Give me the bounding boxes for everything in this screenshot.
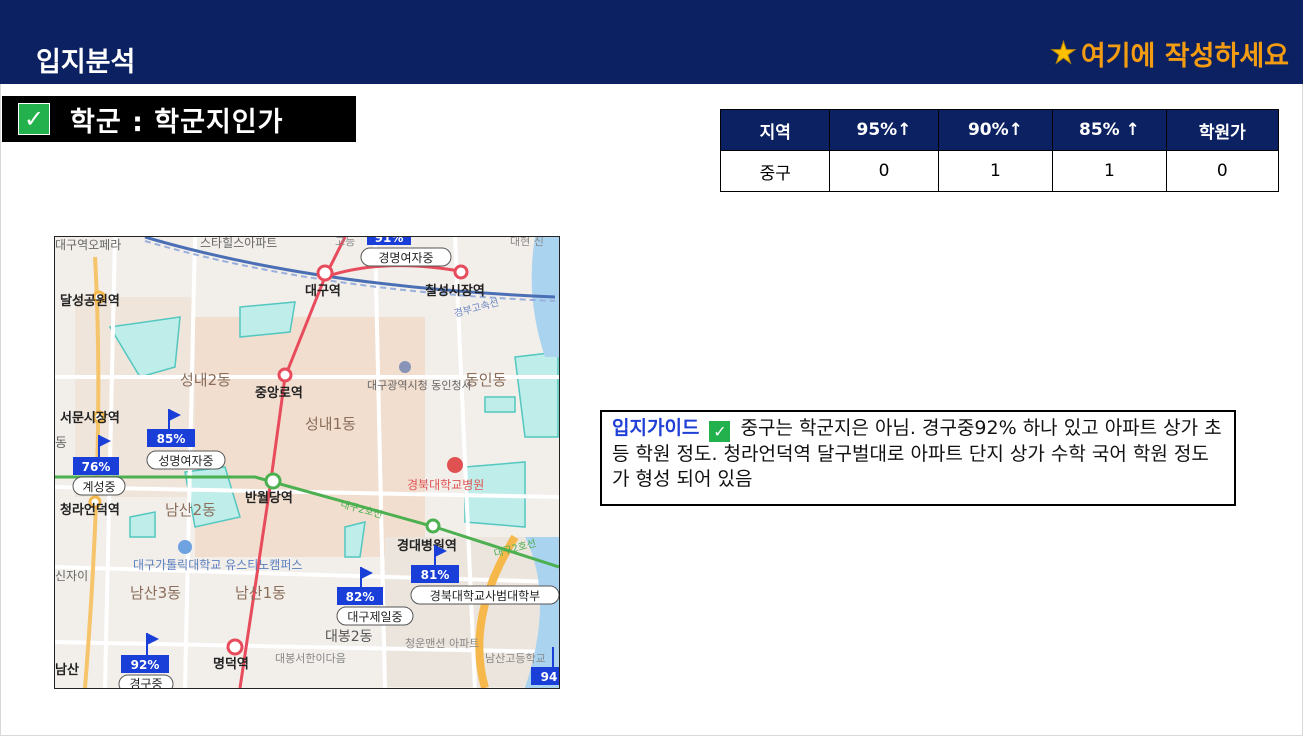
school-marker[interactable]: 92% 경구중 <box>118 633 174 688</box>
map-edge-label: 동 <box>55 436 67 451</box>
guide-title: 입지가이드 <box>612 417 700 439</box>
section-heading: ✓ 학군 : 학군지인가 <box>2 96 356 142</box>
location-map: 대구역오페라 스타힐스아파트 달성공원역 대구역 칠성시장역 중앙로역 서문시장… <box>54 236 560 689</box>
location-guide-box: 입지가이드 ✓ 중구는 학군지은 아님. 경구중92% 하나 있고 아파트 상가… <box>600 410 1236 506</box>
school-name: 대구제일중 <box>347 610 402 624</box>
table-header-academy: 학원가 <box>1165 109 1280 151</box>
table-row: 중구 0 1 1 0 <box>719 150 1280 192</box>
school-name: 성명여자중 <box>158 454 213 468</box>
school-rate: 85% <box>157 432 186 446</box>
table-cell: 1 <box>1052 150 1167 192</box>
map-label: 남산고등학교 <box>485 652 546 665</box>
school-rate: 76% <box>82 460 111 474</box>
table-cell: 중구 <box>719 150 831 192</box>
map-station-label: 중앙로역 <box>255 385 303 401</box>
checkmark-icon: ✓ <box>18 103 50 135</box>
school-rate: 92% <box>131 658 160 672</box>
map-edge-label: 대현 신 <box>510 237 544 248</box>
map-label: 경북대학교병원 <box>407 478 484 492</box>
table-cell: 0 <box>829 150 939 192</box>
school-name: 경구중 <box>129 677 162 688</box>
map-station-label: 서문시장역 <box>60 410 120 426</box>
map-district-label: 남산3동 <box>130 584 181 602</box>
school-name: 경북대학교사범대학부 <box>430 589 540 603</box>
school-rate: 91% <box>375 237 404 245</box>
map-label: 대구역오페라 <box>55 238 121 252</box>
map-label: 대구가톨릭대학교 유스티노캠퍼스 <box>133 558 302 572</box>
guide-text: 중구는 학군지은 아님. 경구중92% 하나 있고 아파트 상가 초등 학원 정… <box>612 417 1222 490</box>
map-station-label: 반월당역 <box>245 490 293 506</box>
section-label: 학군 : 학군지인가 <box>70 106 284 138</box>
map-district-label: 남산1동 <box>235 584 286 602</box>
map-district-label: 성내2동 <box>180 371 231 389</box>
map-canvas: 대구역오페라 스타힐스아파트 달성공원역 대구역 칠성시장역 중앙로역 서문시장… <box>55 237 559 688</box>
star-icon: ★ <box>1049 36 1077 72</box>
table-header-95: 95%↑ <box>829 109 939 151</box>
map-edge-label: 남산 <box>55 662 79 678</box>
stats-table: 지역 95%↑ 90%↑ 85% ↑ 학원가 중구 0 1 1 0 <box>719 109 1280 192</box>
map-station-label: 명덕역 <box>213 656 249 672</box>
table-header-region: 지역 <box>719 109 831 151</box>
map-edge-label: 고등 <box>335 237 355 248</box>
header-note: ★ 여기에 작성하세요 <box>1049 34 1289 73</box>
map-district-label: 대봉2동 <box>325 629 373 645</box>
checkmark-icon: ✓ <box>709 421 731 442</box>
school-name: 계성중 <box>82 480 115 494</box>
school-marker[interactable]: 91% 경명여자중 <box>360 237 452 267</box>
header-note-text: 여기에 작성하세요 <box>1080 41 1289 72</box>
school-rate: 81% <box>421 568 450 582</box>
table-cell: 0 <box>1165 150 1280 192</box>
map-label: 청운맨션 아파트 <box>405 637 479 650</box>
map-station-label: 대구역 <box>305 283 341 299</box>
school-name: 경명여자중 <box>378 251 433 265</box>
map-district-label: 성내1동 <box>305 415 356 433</box>
map-label: 대구광역시청 동인청사 <box>367 379 472 392</box>
map-station-label: 경대병원역 <box>397 538 457 554</box>
map-station-label: 청라언덕역 <box>60 502 120 518</box>
map-label: 대봉서한이다음 <box>275 652 346 665</box>
map-label: 스타힐스아파트 <box>200 237 277 250</box>
map-station-label: 달성공원역 <box>60 293 120 309</box>
map-station-label: 칠성시장역 <box>425 283 485 299</box>
header-bar: 입지분석 ★ 여기에 작성하세요 <box>0 0 1303 84</box>
school-rate: 82% <box>346 590 375 604</box>
table-cell: 1 <box>937 150 1054 192</box>
map-district-label: 남산2동 <box>165 501 216 519</box>
table-header-90: 90%↑ <box>937 109 1054 151</box>
table-header-85: 85% ↑ <box>1052 109 1167 151</box>
school-rate: 94 <box>541 670 558 684</box>
map-edge-label: 신자이 <box>55 569 88 583</box>
page-title: 입지분석 <box>36 47 136 78</box>
